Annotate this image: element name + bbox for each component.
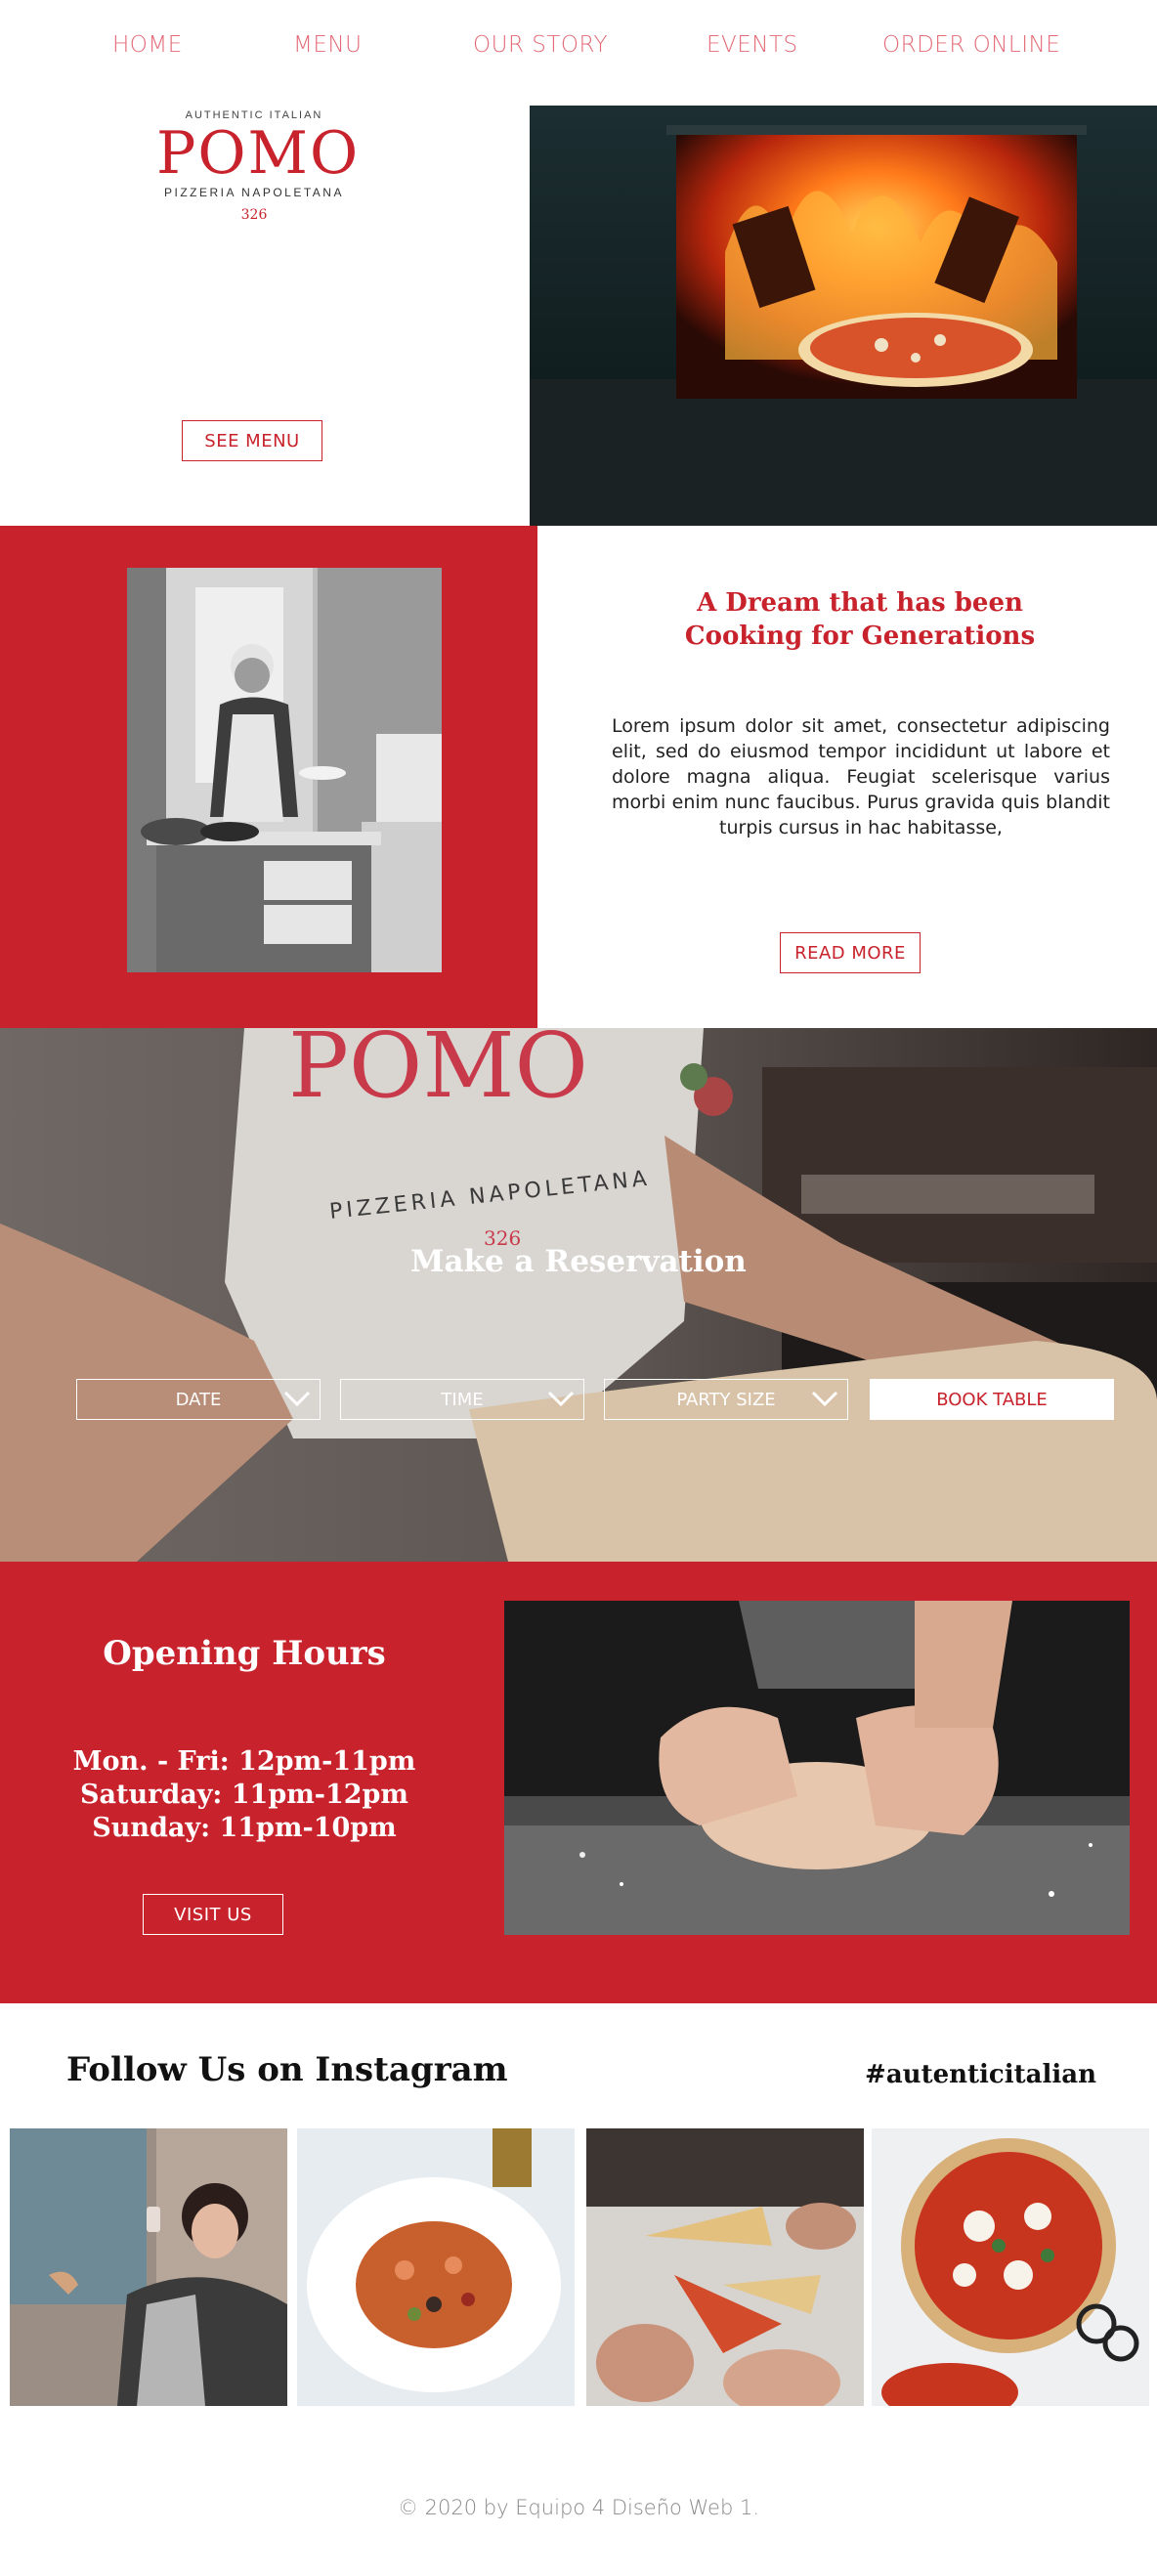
time-select[interactable]: TIME — [340, 1379, 584, 1420]
time-select-label: TIME — [441, 1389, 484, 1410]
opening-hours-title: Opening Hours — [103, 1634, 386, 1673]
pizzaiolo-background-image: POMO PIZZERIA NAPOLETANA 326 — [0, 1028, 1157, 1562]
story-title-line2: Cooking for Generations — [684, 622, 1036, 651]
story-title: A Dream that has been Cooking for Genera… — [664, 586, 1055, 653]
nav-our-story[interactable]: OUR STORY — [473, 32, 608, 58]
instagram-post-3[interactable] — [586, 2128, 864, 2406]
see-menu-button[interactable]: SEE MENU — [182, 420, 322, 461]
pizza-oven-image — [530, 106, 1157, 526]
pomo-logo[interactable]: AUTHENTIC ITALIAN POMO PIZZERIA NAPOLETA… — [156, 109, 361, 223]
logo-number: 326 — [240, 207, 268, 223]
dough-kneading-image — [504, 1601, 1130, 1935]
shirt-logo-text: POMO — [288, 1028, 588, 1118]
hours-weekdays: Mon. - Fri: 12pm-11pm — [72, 1746, 416, 1777]
nav-menu[interactable]: MENU — [293, 32, 362, 58]
opening-hours-list: Mon. - Fri: 12pm-11pm Saturday: 11pm-12p… — [59, 1745, 430, 1845]
nav-home[interactable]: HOME — [112, 32, 183, 58]
hours-sunday: Sunday: 11pm-10pm — [92, 1813, 397, 1843]
reservation-section: POMO PIZZERIA NAPOLETANA 326 — [0, 1028, 1157, 1562]
date-select-label: DATE — [175, 1389, 222, 1410]
logo-name: POMO — [156, 119, 361, 188]
instagram-title: Follow Us on Instagram — [66, 2050, 508, 2089]
party-size-select-label: PARTY SIZE — [676, 1389, 776, 1410]
story-body-text: Lorem ipsum dolor sit amet, consectetur … — [612, 715, 1110, 838]
hours-saturday: Saturday: 11pm-12pm — [80, 1780, 408, 1810]
chevron-down-icon — [547, 1391, 575, 1407]
book-table-button[interactable]: BOOK TABLE — [870, 1379, 1114, 1420]
instagram-post-1[interactable] — [10, 2128, 287, 2406]
chevron-down-icon — [811, 1391, 838, 1407]
nav-order-online[interactable]: ORDER ONLINE — [882, 32, 1060, 58]
visit-us-button[interactable]: VISIT US — [143, 1894, 283, 1935]
grandmother-kitchen-photo — [127, 568, 442, 972]
chevron-down-icon — [283, 1391, 311, 1407]
main-nav: HOME MENU OUR STORY EVENTS ORDER ONLINE — [0, 0, 1157, 106]
nav-events[interactable]: EVENTS — [707, 32, 798, 58]
logo-subtitle: PIZZERIA NAPOLETANA — [164, 186, 344, 199]
read-more-button[interactable]: READ MORE — [780, 932, 921, 973]
story-title-line1: A Dream that has been — [697, 588, 1023, 618]
date-select[interactable]: DATE — [76, 1379, 321, 1420]
instagram-hashtag[interactable]: #autenticitalian — [865, 2060, 1096, 2089]
reservation-title: Make a Reservation — [410, 1244, 747, 1279]
instagram-post-2[interactable] — [297, 2128, 575, 2406]
instagram-post-4[interactable] — [872, 2128, 1149, 2406]
footer-copyright: © 2020 by Equipo 4 Diseño Web 1. — [397, 2496, 760, 2519]
party-size-select[interactable]: PARTY SIZE — [604, 1379, 848, 1420]
